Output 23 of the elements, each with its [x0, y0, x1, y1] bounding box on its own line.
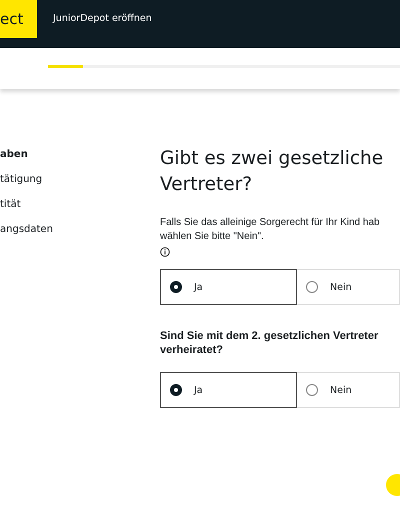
question-label: Sind Sie mit dem 2. gesetzlichen Vertreter verheiratet?	[160, 329, 380, 357]
radio-button[interactable]	[170, 384, 182, 396]
info-icon[interactable]	[160, 247, 170, 257]
sidebar-item[interactable]: tätigung	[0, 173, 42, 187]
radio-option[interactable]: Nein	[297, 372, 400, 408]
hint-text: Falls Sie das alleinige Sorgerecht für Ihr Kind hab	[160, 216, 380, 230]
page-title: JuniorDepot eröffnen	[53, 13, 152, 24]
option-label: Ja	[194, 384, 203, 396]
radio-option[interactable]: Ja	[160, 372, 297, 408]
option-label: Nein	[330, 384, 352, 396]
option-label: Ja	[194, 282, 203, 292]
radio-button[interactable]	[306, 281, 318, 293]
sidebar-item[interactable]: tität	[0, 198, 21, 212]
radio-button[interactable]	[170, 281, 182, 293]
hint-text: wählen Sie bitte "Nein".	[160, 230, 264, 244]
logo[interactable]: ect	[0, 0, 37, 38]
radio-option[interactable]: Nein	[297, 269, 400, 305]
sidebar-item[interactable]: angsdaten	[0, 223, 53, 237]
radio-option[interactable]: Ja	[160, 269, 297, 305]
sidebar-item[interactable]: aben	[0, 148, 28, 162]
option-label: Nein	[330, 282, 352, 292]
radio-button[interactable]	[306, 384, 318, 396]
question-heading: Gibt es zwei gesetzliche Vertreter?	[160, 147, 384, 197]
